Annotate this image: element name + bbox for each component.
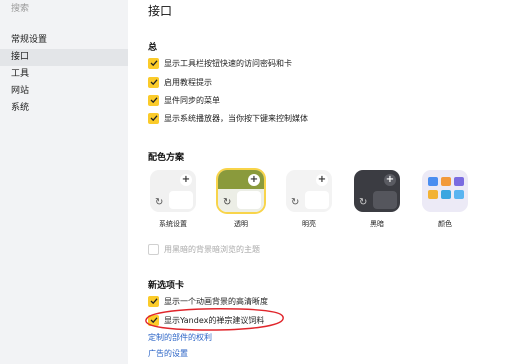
theme-thumbnail[interactable]: + ↻ (150, 170, 196, 212)
color-tiles-icon (428, 177, 464, 205)
card-preview (237, 191, 261, 209)
option-sync-menu[interactable]: 显件同步的菜单 (148, 93, 220, 107)
card-preview (305, 191, 329, 209)
checkbox-checked-icon[interactable] (148, 57, 159, 69)
theme-name: 透明 (234, 220, 248, 228)
sidebar-item-general[interactable]: 常规设置 (0, 32, 128, 49)
sidebar-item-sites[interactable]: 网站 (0, 83, 128, 100)
theme-thumbnail[interactable] (422, 170, 468, 212)
plus-icon: + (384, 174, 396, 186)
option-tutorial-tips[interactable]: 启用教程提示 (148, 75, 212, 89)
theme-system[interactable]: + ↻ 系统设置 (148, 170, 198, 229)
sidebar: 搜索 常规设置 接口 工具 网站 系统 (0, 0, 128, 364)
option-label: 启用教程提示 (164, 77, 212, 87)
checkbox-checked-icon[interactable] (148, 112, 159, 124)
option-label: 显件同步的菜单 (164, 95, 220, 105)
theme-name: 黑暗 (370, 220, 384, 228)
theme-dark[interactable]: + ↻ 黑暗 (352, 170, 402, 229)
refresh-icon: ↻ (359, 197, 368, 208)
option-system-player[interactable]: 显示系统播放器，当你按下键来控制媒体 (148, 111, 308, 125)
card-preview (373, 191, 397, 209)
theme-transparent[interactable]: + ↻ 透明 (216, 170, 266, 229)
checkbox-checked-icon[interactable] (148, 94, 159, 106)
theme-thumbnail[interactable]: + ↻ (286, 170, 332, 212)
option-label: 用黑暗的背景暗浏览的主题 (164, 244, 260, 254)
theme-thumbnail[interactable]: + ↻ (218, 170, 264, 212)
theme-thumbnail[interactable]: + ↻ (354, 170, 400, 212)
sidebar-item-interface[interactable]: 接口 (0, 49, 128, 66)
page-title: 接口 (148, 4, 173, 18)
refresh-icon: ↻ (223, 197, 232, 208)
theme-picker: + ↻ 系统设置 + ↻ 透明 + ↻ 明亮 + ↻ 黑暗 颜色 (148, 170, 478, 240)
checkbox-unchecked-icon[interactable] (148, 243, 159, 255)
theme-color[interactable]: 颜色 (420, 170, 470, 229)
sidebar-nav: 常规设置 接口 工具 网站 系统 (0, 32, 128, 117)
theme-light[interactable]: + ↻ 明亮 (284, 170, 334, 229)
option-dark-background[interactable]: 用黑暗的背景暗浏览的主题 (148, 242, 260, 256)
option-label: 显示工具栏按钮快速的访问密码和卡 (164, 58, 292, 68)
plus-icon: + (248, 174, 260, 186)
checkbox-checked-icon[interactable] (148, 76, 159, 88)
option-label: 显示系统播放器，当你按下键来控制媒体 (164, 113, 308, 123)
refresh-icon: ↻ (291, 197, 300, 208)
annotation-ellipse (145, 308, 284, 331)
theme-name: 颜色 (438, 220, 452, 228)
color-scheme-title: 配色方案 (148, 153, 185, 163)
sidebar-item-system[interactable]: 系统 (0, 100, 128, 117)
sidebar-item-tools[interactable]: 工具 (0, 66, 128, 83)
ad-settings-link[interactable]: 广告的设置 (148, 348, 188, 359)
new-tab-section-title: 新选项卡 (148, 281, 185, 291)
option-toolbar-button[interactable]: 显示工具栏按钮快速的访问密码和卡 (148, 56, 292, 70)
plus-icon: + (180, 174, 192, 186)
theme-name: 系统设置 (159, 220, 187, 228)
card-preview (169, 191, 193, 209)
theme-name: 明亮 (302, 220, 316, 228)
refresh-icon: ↻ (155, 197, 164, 208)
plus-icon: + (316, 174, 328, 186)
customize-widgets-link[interactable]: 定制的部件的权利 (148, 332, 212, 343)
search-input[interactable]: 搜索 (0, 0, 128, 18)
settings-main: 接口 总 显示工具栏按钮快速的访问密码和卡 启用教程提示 显件同步的菜单 显示系… (145, 0, 520, 364)
general-section-title: 总 (148, 43, 158, 53)
